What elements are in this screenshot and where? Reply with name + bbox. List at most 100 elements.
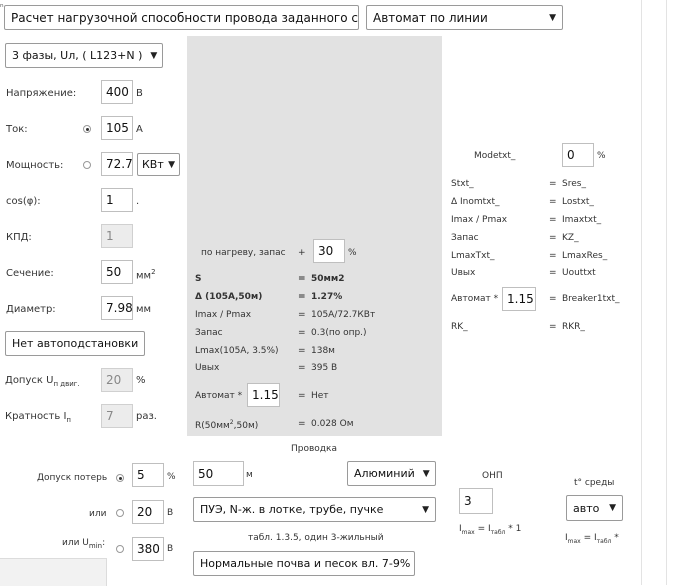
tolerance-input[interactable]: 20 — [101, 368, 133, 392]
heat-reserve-label: по нагреву, запас — [201, 248, 286, 258]
imax-formula-1: Imax = Iтабл * 1 — [459, 524, 521, 536]
chevron-down-icon: ▼ — [422, 468, 430, 479]
chevron-down-icon: ▼ — [422, 504, 429, 515]
result-key-s: S — [195, 274, 202, 284]
loss-percent-radio[interactable] — [116, 474, 124, 482]
imax1-end: * 1 — [505, 524, 522, 534]
right-rk-label: RK_ — [451, 322, 468, 332]
power-radio[interactable] — [83, 161, 91, 169]
right-key-s: Stxt_ — [451, 179, 474, 189]
right-value-reserve: KZ_ — [562, 233, 579, 243]
umin-label-sub: min — [88, 541, 103, 550]
loss-volt-unit: В — [167, 508, 174, 518]
right-breaker-result: Breaker1txt_ — [562, 294, 620, 304]
page-divider — [666, 0, 667, 585]
right-breaker-input[interactable]: 1.15 — [502, 287, 536, 311]
calc-mode-value: Расчет нагрузочной способности провода з… — [11, 10, 358, 25]
resistance-value: 0.028 Ом — [311, 419, 354, 429]
result-eq: = — [298, 310, 306, 320]
loss-volt-radio[interactable] — [116, 509, 124, 517]
tolerance-label-text: Допуск U — [5, 375, 54, 386]
breaker-result: Нет — [311, 391, 329, 401]
loss-percent-input[interactable]: 5 — [132, 463, 164, 487]
imax2-sub1: max — [567, 537, 581, 545]
voltage-label: Напряжение: — [6, 88, 77, 99]
calc-mode-select[interactable]: Расчет нагрузочной способности провода з… — [4, 5, 359, 30]
right-rk-value: RKR_ — [562, 322, 585, 332]
breaker-mode-select[interactable]: Автомат по линии ▼ — [366, 5, 563, 30]
right-eq: = — [549, 215, 557, 225]
autosub-select[interactable]: Нет автоподстановки ▼ — [5, 331, 145, 356]
power-input[interactable]: 72.7 — [101, 152, 133, 176]
breaker-mode-value: Автомат по линии — [373, 10, 488, 25]
length-input[interactable]: 50 — [193, 461, 244, 486]
umin-label: или Umin: — [62, 538, 106, 550]
result-key-reserve: Запас — [195, 328, 223, 338]
chevron-down-icon: ▼ — [549, 12, 556, 23]
multiplicity-label: Кратность Iп — [5, 411, 71, 424]
diameter-input[interactable]: 7.98 — [101, 296, 133, 320]
material-select[interactable]: Алюминий ▼ — [347, 461, 436, 486]
multiplicity-label-text: Кратность I — [5, 411, 67, 422]
voltage-unit: В — [136, 88, 143, 99]
breaker-factor-input[interactable]: 1.15 — [247, 383, 280, 407]
heat-reserve-plus: + — [298, 248, 306, 258]
section-label: Сечение: — [6, 268, 54, 279]
umin-radio[interactable] — [116, 545, 124, 553]
imax1-sub1: max — [461, 528, 475, 536]
material-value: Алюминий — [354, 467, 415, 480]
right-eq: = — [549, 197, 557, 207]
voltage-input[interactable]: 400 — [101, 80, 133, 104]
page-divider — [641, 0, 642, 585]
imax1-mid: = I — [474, 524, 491, 534]
current-input[interactable]: 105 — [101, 116, 133, 140]
right-key-delta: Δ Inomtxt_ — [451, 197, 500, 207]
chevron-down-icon: ▼ — [609, 503, 616, 513]
current-radio[interactable] — [83, 125, 91, 133]
resistance-label: R(50мм2,50м) — [195, 419, 258, 431]
kpd-input[interactable]: 1 — [101, 224, 133, 248]
onp-input[interactable]: 3 — [459, 488, 493, 514]
mode-input[interactable]: 0 — [562, 143, 594, 167]
bottom-panel-edge — [0, 558, 107, 586]
result-value-reserve: 0.3(по опр.) — [311, 328, 367, 338]
tolerance-label-sub: п двиг. — [53, 380, 80, 388]
current-label: Ток: — [6, 124, 28, 135]
result-eq: = — [298, 346, 306, 356]
tolerance-unit: % — [136, 375, 146, 386]
result-eq: = — [298, 328, 306, 338]
temperature-value: авто — [573, 501, 600, 515]
diameter-unit: мм — [136, 304, 152, 315]
temperature-select[interactable]: авто ▼ — [566, 495, 623, 521]
section-unit: мм2 — [136, 268, 156, 281]
right-eq: = — [549, 322, 557, 332]
soil-select[interactable]: Нормальные почва и песок вл. 7-9% ▼ — [193, 551, 415, 576]
phase-select[interactable]: 3 фазы, Uл, ( L123+N ) ▼ — [5, 43, 163, 68]
resistance-label-a: R(50мм — [195, 421, 230, 431]
result-eq: = — [298, 391, 306, 401]
phase-value: 3 фазы, Uл, ( L123+N ) — [12, 49, 143, 62]
multiplicity-unit: раз. — [136, 411, 157, 422]
heat-reserve-input[interactable]: 30 — [313, 239, 345, 263]
cos-input[interactable]: 1 — [101, 188, 133, 212]
power-unit-value: КВт — [142, 158, 164, 171]
section-input[interactable]: 50 — [101, 260, 133, 284]
wiring-title: Проводка — [291, 444, 337, 454]
imax2-sub2: табл — [596, 537, 612, 545]
temperature-label: t° среды — [574, 478, 615, 488]
power-unit-select[interactable]: КВт ▼ — [137, 153, 180, 176]
right-eq: = — [549, 251, 557, 261]
install-method-select[interactable]: ПУЭ, N-ж. в лотке, трубе, пучке ▼ — [193, 497, 436, 522]
umin-input[interactable]: 380 — [132, 537, 164, 561]
loss-volt-input[interactable]: 20 — [132, 500, 164, 524]
multiplicity-input[interactable]: 7 — [101, 404, 133, 428]
loss-label: Допуск потерь — [37, 473, 108, 483]
chevron-down-icon: ▼ — [138, 339, 144, 349]
chevron-down-icon: ▼ — [168, 159, 175, 170]
autosub-value: Нет автоподстановки — [12, 337, 139, 350]
result-eq: = — [298, 292, 306, 302]
section-unit-sup: 2 — [151, 268, 156, 276]
loss-percent-unit: % — [167, 472, 176, 482]
right-value-delta: Lostxt_ — [562, 197, 594, 207]
chevron-down-icon: ▼ — [410, 559, 414, 569]
